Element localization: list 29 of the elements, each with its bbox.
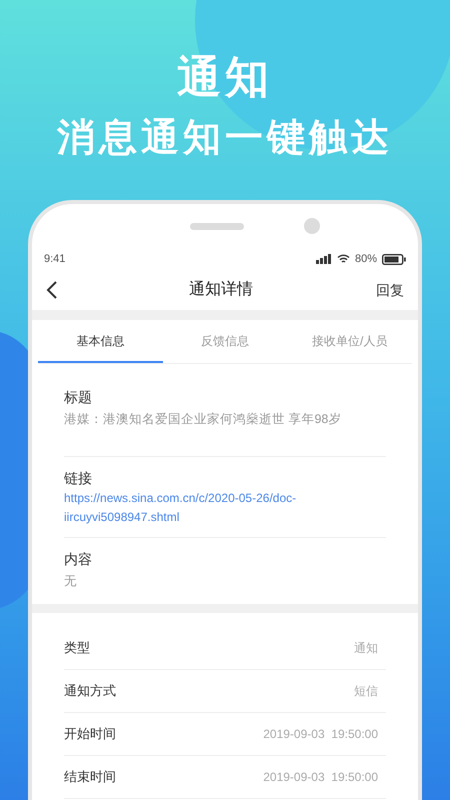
- page-title: 通知详情: [189, 280, 253, 300]
- signal-icon: [316, 254, 332, 264]
- row-label: 结束时间: [64, 768, 116, 786]
- row-label: 通知方式: [64, 682, 116, 700]
- field-label: 链接: [64, 469, 93, 488]
- phone-camera: [304, 218, 320, 234]
- row-value: 2019-09-03 19:50:00: [263, 769, 379, 786]
- field-label: 内容: [64, 550, 93, 569]
- tab[interactable]: 接收单位/人员: [287, 320, 412, 363]
- back-icon: [46, 280, 58, 300]
- row-value: 短信: [354, 683, 379, 700]
- row-label: 开始时间: [64, 725, 116, 744]
- headline: 通知: [177, 52, 273, 104]
- tab[interactable]: 反馈信息: [162, 320, 288, 363]
- wifi-icon: [336, 254, 350, 264]
- row-value: 通知: [354, 640, 379, 657]
- subheadline: 消息通知一键触达: [57, 116, 393, 161]
- field-value: 无: [64, 573, 78, 590]
- battery-icon: [382, 254, 406, 264]
- status-time: 9:41: [44, 252, 66, 267]
- tab[interactable]: 基本信息: [38, 320, 163, 363]
- row-value: 2019-09-03 19:50:00: [263, 726, 379, 743]
- phone-speaker: [190, 222, 244, 230]
- row-label: 类型: [64, 639, 90, 658]
- reply-button[interactable]: 回复: [376, 280, 404, 300]
- field-label: 标题: [64, 388, 93, 407]
- field-value: 港媒：港澳知名爱国企业家何鸿燊逝世 享年98岁: [64, 411, 342, 428]
- link[interactable]: https://news.sina.com.cn/c/2020-05-26/doc-iircuyvi5098947.shtml: [64, 489, 354, 527]
- battery-percent: 80%: [354, 252, 377, 267]
